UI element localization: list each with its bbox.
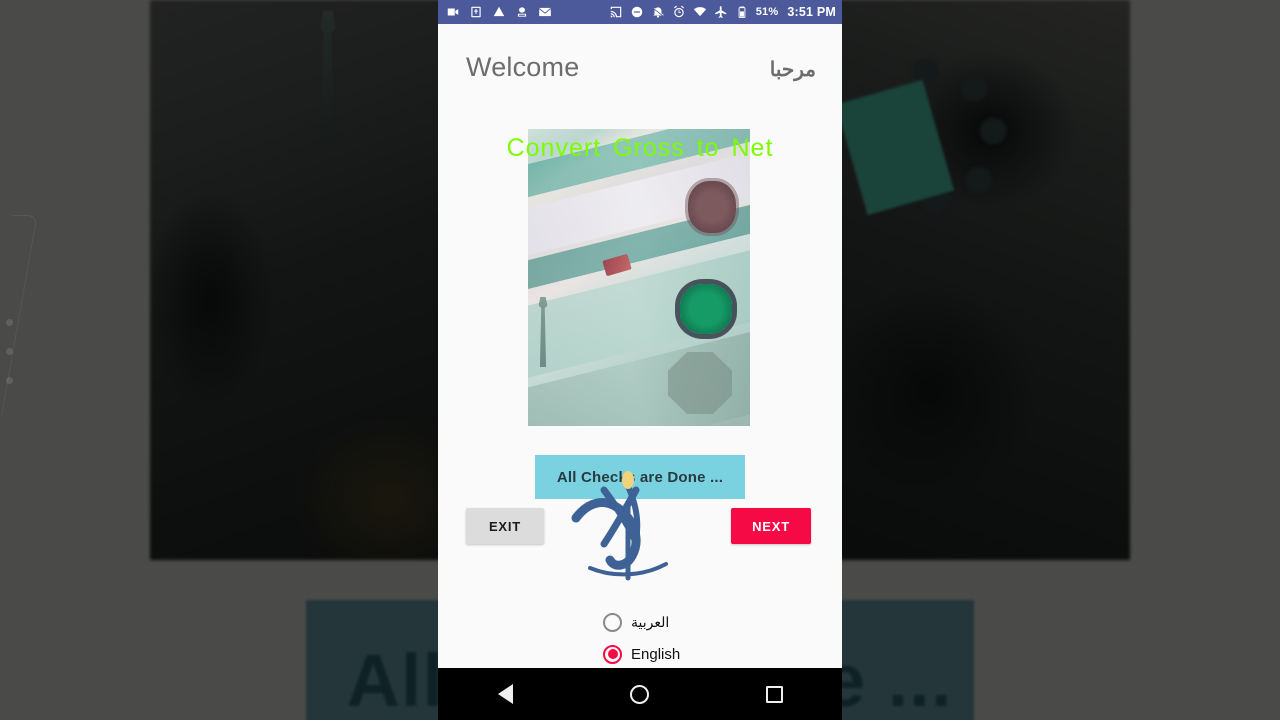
- next-button[interactable]: NEXT: [731, 508, 811, 544]
- page-title-arabic: مرحبا: [769, 59, 816, 81]
- action-buttons-row: EXIT NEXT: [438, 508, 842, 544]
- page-title-english: Welcome: [466, 52, 580, 82]
- banknote-seal-brown: [688, 181, 736, 233]
- screenshot-root: All e ... 51% 3:51 PM Welcome مرحبا Conv…: [0, 0, 1280, 720]
- home-button[interactable]: [612, 668, 668, 720]
- back-button[interactable]: [477, 668, 533, 720]
- radio-option-english[interactable]: English: [438, 638, 842, 670]
- cast-screen-icon: [609, 5, 623, 19]
- status-toast: All Checks are Done ...: [535, 455, 745, 499]
- home-circle-icon: [630, 684, 650, 704]
- radio-english-indicator[interactable]: [603, 644, 622, 664]
- backdrop-toast-echo-left-text: All: [346, 638, 440, 720]
- backdrop-edge-line: [0, 215, 38, 415]
- radio-english-label: English: [631, 645, 681, 663]
- radio-arabic-label: العربية: [631, 613, 670, 630]
- phone-screen: 51% 3:51 PM Welcome مرحبا Convert Gross …: [438, 0, 842, 720]
- backdrop-toast-echo-left: All: [306, 600, 440, 720]
- wifi-icon: [693, 5, 707, 19]
- backdrop-toast-echo-right: e ...: [840, 600, 974, 720]
- back-triangle-icon: [497, 684, 513, 704]
- banknotes-image: [528, 129, 750, 426]
- google-drive-icon: [492, 5, 506, 19]
- email-icon: [538, 5, 552, 19]
- backdrop-chrome-edge: [0, 215, 38, 415]
- battery-percentage: 51%: [755, 6, 779, 18]
- recents-square-icon: [766, 685, 784, 703]
- app-content: Welcome مرحبا Convert Gross to Net All C…: [438, 24, 842, 668]
- status-bar-system-icons: 51% 3:51 PM: [609, 5, 836, 19]
- status-bar-clock: 3:51 PM: [787, 5, 836, 19]
- backdrop-dot: [6, 348, 13, 355]
- battery-icon: [735, 5, 749, 19]
- alarm-clock-icon: [672, 5, 686, 19]
- radio-arabic-indicator[interactable]: [603, 612, 622, 632]
- welcome-header: Welcome مرحبا: [438, 24, 842, 83]
- banknote-seal-green: [680, 284, 732, 334]
- android-status-bar: 51% 3:51 PM: [438, 0, 842, 24]
- backdrop-dot: [6, 319, 13, 326]
- notifications-muted-icon: [651, 5, 665, 19]
- radio-option-arabic[interactable]: العربية: [438, 606, 842, 638]
- peacock-icon: [515, 5, 529, 19]
- backdrop-dot: [6, 377, 13, 384]
- android-navigation-bar: [438, 668, 842, 720]
- exit-button[interactable]: EXIT: [466, 508, 544, 544]
- do-not-disturb-icon: [630, 5, 644, 19]
- backdrop-toast-echo-right-text: e ...: [840, 638, 953, 720]
- airplane-mode-icon: [714, 5, 728, 19]
- status-bar-notification-icons: [446, 5, 552, 19]
- status-toast-text: All Checks are Done ...: [556, 468, 724, 486]
- video-camera-icon: [446, 5, 460, 19]
- backdrop-photo-left: [150, 0, 440, 560]
- bible-book-icon: [469, 5, 483, 19]
- language-radio-group: العربية English: [438, 606, 842, 670]
- recents-button[interactable]: [747, 668, 803, 720]
